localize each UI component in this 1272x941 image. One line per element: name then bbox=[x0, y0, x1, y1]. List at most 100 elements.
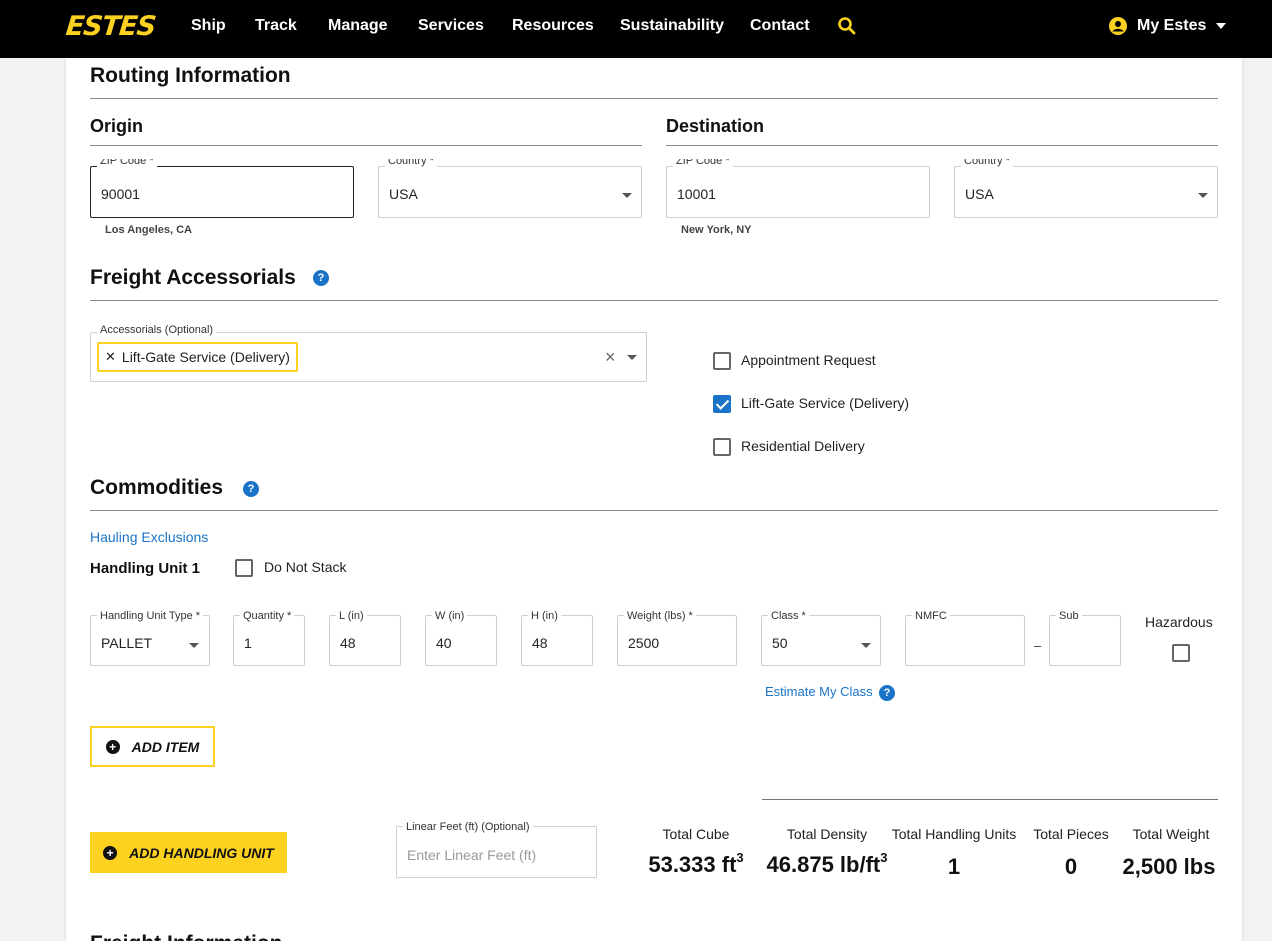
liftgate-delivery-checkbox[interactable] bbox=[713, 395, 731, 413]
width-field[interactable]: 40 bbox=[425, 615, 497, 666]
my-estes-label: My Estes bbox=[1137, 17, 1207, 34]
divider bbox=[90, 510, 1218, 511]
add-item-label: ADD ITEM bbox=[131, 738, 200, 755]
commodities-title: Commodities bbox=[90, 476, 224, 499]
destination-country-value: USA bbox=[965, 186, 994, 202]
sub-label: Sub bbox=[1056, 610, 1082, 622]
weight-field[interactable]: 2500 bbox=[617, 615, 737, 666]
my-estes-menu[interactable]: My Estes bbox=[1109, 16, 1227, 36]
origin-country-value: USA bbox=[389, 186, 418, 202]
nav-link-sustainability[interactable]: Sustainability bbox=[620, 17, 724, 35]
nav-link-services[interactable]: Services bbox=[418, 17, 484, 35]
weight-label: Weight (lbs) * bbox=[624, 610, 696, 622]
add-handling-unit-button[interactable]: + ADD HANDLING UNIT bbox=[90, 832, 287, 873]
quantity-field[interactable]: 1 bbox=[233, 615, 305, 666]
origin-zip-field[interactable]: 90001 bbox=[90, 166, 354, 218]
destination-title: Destination bbox=[666, 116, 765, 136]
total-handling-units-label: Total Handling Units bbox=[891, 826, 1017, 842]
chip-label: Lift-Gate Service (Delivery) bbox=[121, 349, 290, 365]
add-item-button[interactable]: + ADD ITEM bbox=[90, 726, 215, 767]
sub-field[interactable] bbox=[1049, 615, 1121, 666]
length-field[interactable]: 48 bbox=[329, 615, 401, 666]
routing-title: Routing Information bbox=[90, 64, 291, 87]
height-field[interactable]: 48 bbox=[521, 615, 593, 666]
estes-logo[interactable]: ESTES bbox=[64, 11, 156, 42]
handling-unit-type-value: PALLET bbox=[101, 635, 153, 651]
estimate-class-link[interactable]: Estimate My Class bbox=[765, 684, 873, 699]
linear-feet-label: Linear Feet (ft) (Optional) bbox=[403, 821, 533, 833]
divider bbox=[666, 145, 1218, 146]
hazardous-checkbox[interactable] bbox=[1172, 644, 1190, 662]
accessorials-title: Freight Accessorials bbox=[90, 266, 296, 289]
linear-feet-placeholder: Enter Linear Feet (ft) bbox=[407, 847, 537, 863]
remove-chip-icon[interactable]: ✕ bbox=[105, 349, 116, 365]
total-weight-label: Total Weight bbox=[1132, 826, 1210, 842]
divider bbox=[90, 300, 1218, 301]
help-icon[interactable]: ? bbox=[313, 270, 329, 286]
chevron-down-icon bbox=[189, 643, 199, 648]
hauling-exclusions-link[interactable]: Hauling Exclusions bbox=[90, 529, 208, 545]
height-value: 48 bbox=[532, 635, 548, 651]
quote-form-card: Routing Information Origin Destination 9… bbox=[66, 58, 1242, 941]
handling-unit-type-select[interactable]: PALLET bbox=[90, 615, 210, 666]
help-icon[interactable]: ? bbox=[879, 685, 895, 701]
plus-circle-icon: + bbox=[103, 845, 118, 860]
nav-link-track[interactable]: Track bbox=[255, 17, 297, 35]
length-value: 48 bbox=[340, 635, 356, 651]
class-value: 50 bbox=[772, 635, 788, 651]
destination-city-hint: New York, NY bbox=[681, 224, 752, 236]
appointment-request-label: Appointment Request bbox=[741, 352, 876, 368]
residential-delivery-label: Residential Delivery bbox=[741, 438, 865, 454]
chevron-down-icon bbox=[1198, 193, 1208, 198]
total-pieces-value: 0 bbox=[1064, 854, 1078, 879]
nav-link-ship[interactable]: Ship bbox=[191, 17, 226, 35]
linear-feet-input[interactable]: Enter Linear Feet (ft) bbox=[396, 826, 597, 878]
nav-link-manage[interactable]: Manage bbox=[328, 17, 388, 35]
chevron-down-icon bbox=[861, 643, 871, 648]
accessorial-chip[interactable]: ✕ Lift-Gate Service (Delivery) bbox=[97, 342, 298, 372]
nav-link-resources[interactable]: Resources bbox=[512, 17, 594, 35]
origin-country-select[interactable]: USA bbox=[378, 166, 642, 218]
handling-unit-title: Handling Unit 1 bbox=[90, 560, 200, 577]
origin-zip-value: 90001 bbox=[101, 186, 140, 202]
nmfc-separator: – bbox=[1034, 638, 1042, 653]
handling-unit-type-label: Handling Unit Type * bbox=[97, 610, 204, 622]
height-label: H (in) bbox=[528, 610, 561, 622]
weight-value: 2500 bbox=[628, 635, 660, 651]
nav-link-contact[interactable]: Contact bbox=[750, 17, 810, 35]
appointment-request-checkbox[interactable] bbox=[713, 352, 731, 370]
origin-country-label: Country * bbox=[385, 159, 437, 167]
total-pieces-label: Total Pieces bbox=[1033, 826, 1109, 842]
freight-information-title: Freight Information bbox=[90, 932, 283, 941]
width-label: W (in) bbox=[432, 610, 468, 622]
plus-circle-icon: + bbox=[105, 739, 120, 754]
divider bbox=[90, 145, 642, 146]
clear-icon[interactable]: × bbox=[605, 347, 616, 368]
class-label: Class * bbox=[768, 610, 809, 622]
accessorials-label: Accessorials (Optional) bbox=[97, 324, 217, 336]
total-density-label: Total Density bbox=[786, 826, 868, 842]
user-circle-icon bbox=[1109, 17, 1127, 35]
class-select[interactable]: 50 bbox=[761, 615, 881, 666]
do-not-stack-checkbox[interactable] bbox=[235, 559, 253, 577]
total-handling-units-value: 1 bbox=[947, 854, 961, 879]
divider bbox=[762, 799, 1218, 800]
destination-zip-field[interactable]: 10001 bbox=[666, 166, 930, 218]
chevron-down-icon bbox=[622, 193, 632, 198]
total-cube-value: 53.333 ft3 bbox=[648, 850, 744, 877]
total-density-value: 46.875 lb/ft3 bbox=[766, 850, 888, 877]
help-icon[interactable]: ? bbox=[243, 481, 259, 497]
destination-country-select[interactable]: USA bbox=[954, 166, 1218, 218]
do-not-stack-label: Do Not Stack bbox=[264, 559, 347, 575]
origin-title: Origin bbox=[90, 116, 143, 136]
liftgate-delivery-label: Lift-Gate Service (Delivery) bbox=[741, 395, 910, 411]
hazardous-label: Hazardous bbox=[1145, 614, 1213, 630]
destination-zip-value: 10001 bbox=[677, 186, 716, 202]
total-cube-label: Total Cube bbox=[662, 826, 730, 842]
nmfc-field[interactable] bbox=[905, 615, 1025, 666]
origin-city-hint: Los Angeles, CA bbox=[105, 224, 192, 236]
residential-delivery-checkbox[interactable] bbox=[713, 438, 731, 456]
divider bbox=[90, 98, 1218, 99]
search-icon[interactable] bbox=[837, 16, 857, 36]
quantity-value: 1 bbox=[244, 635, 252, 651]
